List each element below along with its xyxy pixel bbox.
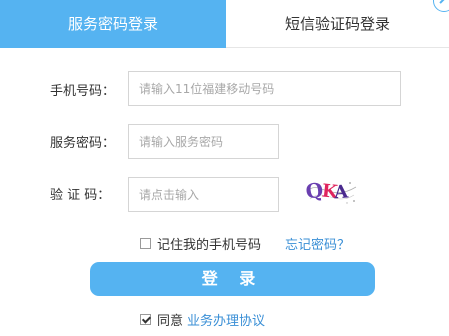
- captcha-noise-dot: [349, 182, 351, 184]
- phone-label: 手机号码：: [50, 84, 116, 99]
- tab-service-password[interactable]: 服务密码登录: [0, 0, 226, 48]
- captcha-char: A: [332, 181, 349, 203]
- login-button[interactable]: 登 录: [90, 262, 375, 296]
- login-tabs: 服务密码登录 短信验证码登录: [0, 0, 449, 48]
- captcha-input[interactable]: [128, 177, 279, 212]
- agreement-row: 同意 业务办理协议: [140, 310, 265, 329]
- captcha-label: 验 证 码：: [50, 188, 111, 203]
- agreement-link[interactable]: 业务办理协议: [187, 310, 265, 329]
- captcha-noise-dot: [346, 202, 348, 204]
- password-input[interactable]: [128, 124, 279, 159]
- password-label: 服务密码：: [50, 136, 116, 151]
- agree-checkbox[interactable]: [140, 314, 151, 325]
- remember-label[interactable]: 记住我的手机号码: [157, 234, 261, 253]
- remember-checkbox[interactable]: [140, 238, 151, 249]
- tab-sms-code[interactable]: 短信验证码登录: [226, 0, 449, 48]
- captcha-image[interactable]: Q K A: [300, 173, 360, 209]
- captcha-noise-dot: [353, 200, 355, 202]
- agree-prefix: 同意: [157, 314, 184, 329]
- remember-row: 记住我的手机号码 忘记密码？: [140, 234, 350, 253]
- phone-input[interactable]: [128, 71, 401, 106]
- forgot-password-link[interactable]: 忘记密码？: [285, 234, 350, 253]
